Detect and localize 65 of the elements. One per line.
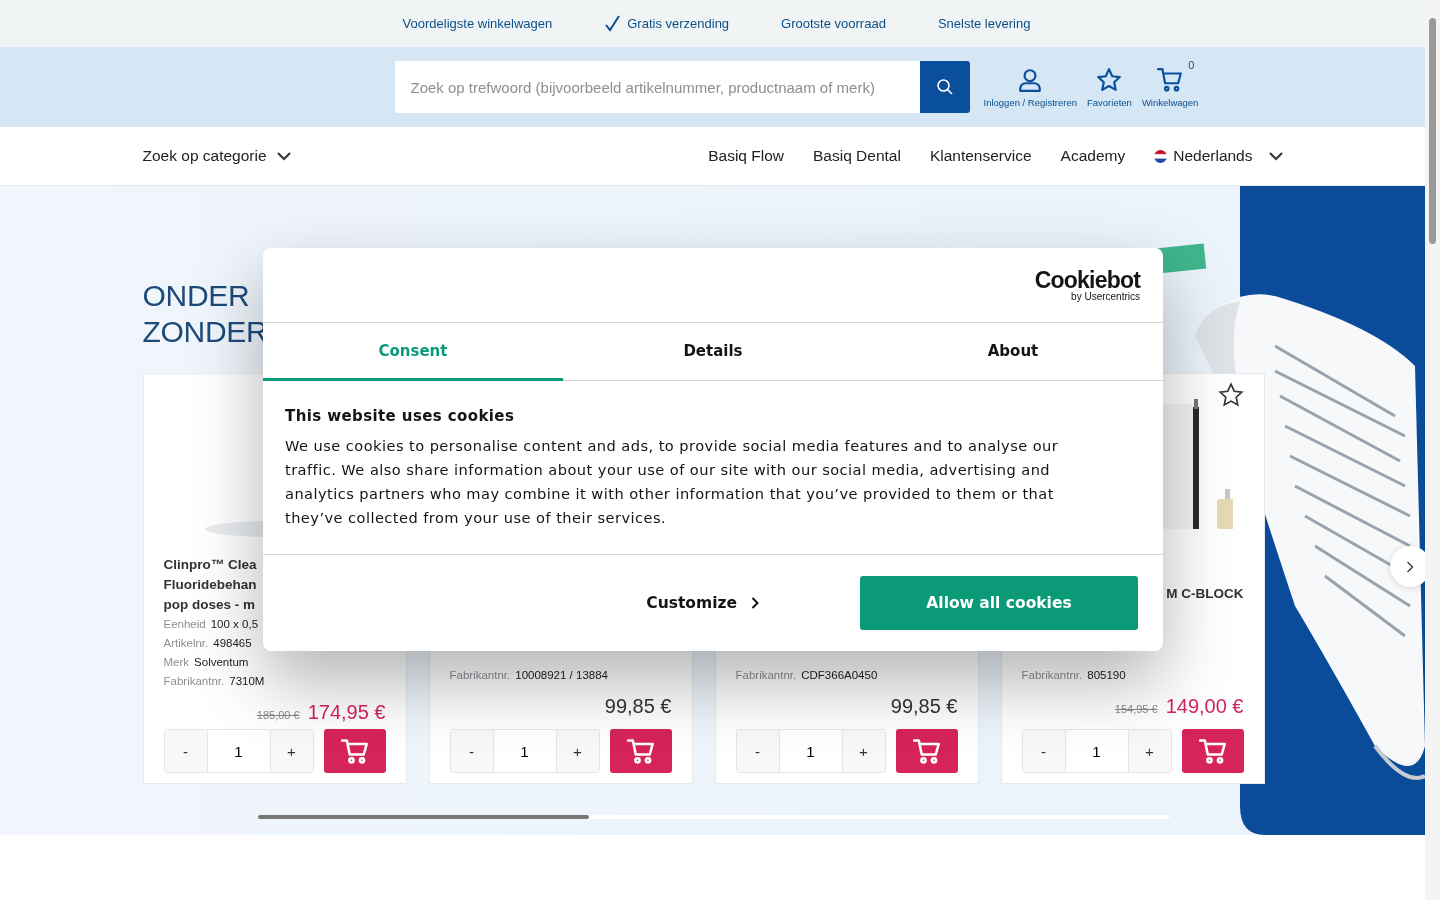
search-field[interactable]: Zoek op trefwoord (bijvoorbeeld artikelnummer, productnaam of merk): [394, 61, 970, 113]
product-spec: Fabrikantnr. 7310M: [163, 674, 266, 689]
increase-button[interactable]: +: [270, 730, 313, 772]
product-spec: Merk Solventum: [163, 655, 250, 670]
star-link[interactable]: Favorieten: [1087, 62, 1132, 112]
logo-subtitle: by Usercentrics: [1071, 291, 1140, 302]
dialog-tab[interactable]: About: [863, 323, 1163, 381]
check-icon: [604, 15, 622, 32]
product-spec: Fabrikantnr. 10008921 / 13884: [449, 668, 609, 683]
dialog-text: We use cookies to personalise content and ads, to provide social media features and to analyse our traffic. We also share information about your use of our site with our social media, advertising and analytics partners who may combine it with other information that you’ve provided to them or that they’ve collected from your use of their services.: [285, 436, 1060, 528]
star-icon: [1096, 66, 1123, 93]
user-icon: [1017, 66, 1044, 93]
add-to-cart-button[interactable]: [323, 729, 386, 773]
product-spec: Fabrikantnr. 805190: [1021, 668, 1127, 683]
decrease-button[interactable]: -: [450, 730, 493, 772]
nav-link[interactable]: Academy: [1060, 147, 1126, 165]
decrease-button[interactable]: -: [164, 730, 207, 772]
allow-all-button[interactable]: Allow all cookies: [860, 576, 1138, 630]
quantity-stepper[interactable]: - 1 +: [449, 729, 600, 773]
quantity-stepper[interactable]: - 1 +: [163, 729, 314, 773]
dialog-title: This website uses cookies: [285, 407, 516, 425]
customize-button[interactable]: Customize: [640, 593, 765, 613]
product-title: pop doses - m: [163, 596, 255, 614]
product-title: Clinpro™ Clea: [163, 556, 257, 574]
dialog-tab[interactable]: Consent: [263, 323, 563, 381]
cart-icon: [1157, 66, 1184, 93]
increase-button[interactable]: +: [842, 730, 885, 772]
add-to-cart-button[interactable]: [895, 729, 958, 773]
product-title: Fluoridebehan: [163, 576, 257, 594]
search-button[interactable]: [919, 61, 970, 113]
product-spec: Eenheid 100 x 0,5: [163, 617, 260, 632]
usp-item: Grootste voorraad: [781, 16, 886, 31]
category-menu[interactable]: Zoek op categorie: [142, 147, 291, 165]
old-price: 185,00 €: [256, 709, 300, 721]
usp-item: Snelste levering: [937, 16, 1031, 31]
usp-item: Gratis verzending: [604, 15, 730, 32]
product-spec: Artikelnr. 498465: [163, 636, 253, 651]
add-to-cart-button[interactable]: [609, 729, 672, 773]
chevron-icon: [1268, 151, 1283, 161]
price: 99,85 €: [604, 695, 672, 718]
flag-icon: [1154, 149, 1168, 163]
quantity-stepper[interactable]: - 1 +: [735, 729, 886, 773]
cookiebot-logo: Cookiebot: [1034, 268, 1140, 292]
price: 99,85 €: [890, 695, 958, 718]
cart-icon: [626, 738, 655, 764]
language-menu[interactable]: Nederlands: [1154, 147, 1283, 165]
chevron-right-icon: [751, 597, 759, 609]
decrease-button[interactable]: -: [1022, 730, 1065, 772]
hero-headline: ONDER: [142, 278, 250, 314]
carousel-thumb[interactable]: [257, 815, 589, 819]
cart-icon: [340, 738, 369, 764]
usp-item: Voordeligste winkelwagen: [402, 16, 553, 31]
increase-button[interactable]: +: [556, 730, 599, 772]
search-icon: [935, 78, 954, 96]
page-scrollbar[interactable]: [1425, 0, 1440, 900]
product-spec: Fabrikantnr. CDF366A0450: [735, 668, 879, 683]
chevron-icon: [276, 151, 291, 161]
decrease-button[interactable]: -: [736, 730, 779, 772]
price: 174,95 €: [307, 701, 386, 724]
cart-icon: [912, 738, 941, 764]
user-link[interactable]: Inloggen / Registreren: [983, 62, 1077, 112]
nav-link[interactable]: Basiq Dental: [813, 147, 901, 165]
nav-link[interactable]: Basiq Flow: [708, 147, 785, 165]
dialog-tab[interactable]: Details: [563, 323, 863, 381]
nav-link[interactable]: Klantenservice: [929, 147, 1032, 165]
